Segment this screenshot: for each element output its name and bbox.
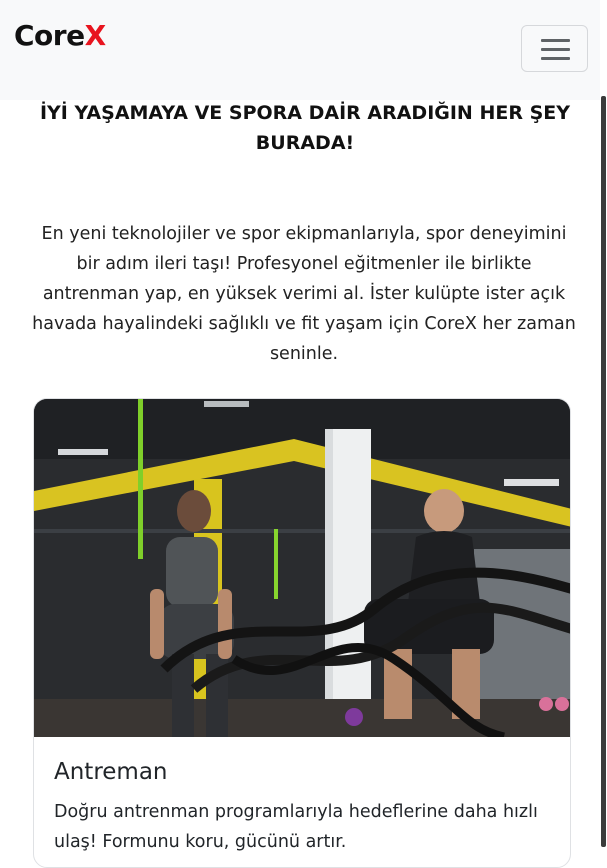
navbar-toggler-button[interactable] <box>521 25 588 72</box>
hero-headline: İYİ YAŞAMAYA VE SPORA DAİR ARADIĞIN HER … <box>39 102 570 154</box>
hero-intro-text: En yeni teknolojiler ve spor ekipmanları… <box>32 224 576 364</box>
training-card[interactable]: Antreman Doğru antrenman programlarıyla … <box>33 398 571 868</box>
gym-battle-ropes-photo <box>34 399 570 737</box>
card-title: Antreman <box>54 759 168 785</box>
brand-logo[interactable]: CoreX <box>14 22 106 50</box>
brand-name: Core <box>14 19 85 52</box>
brand-accent-letter: X <box>84 19 107 52</box>
card-text: Doğru antrenman programlarıyla hedefleri… <box>54 802 538 852</box>
scrollbar-thumb[interactable] <box>601 96 606 847</box>
navbar: CoreX <box>0 0 600 100</box>
